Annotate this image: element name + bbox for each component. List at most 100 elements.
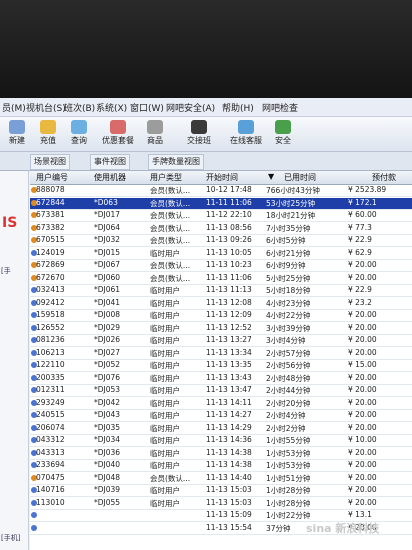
table-row[interactable]: 081236 *DJ026 临时用户 11-13 13:27 3小时4分钟 ¥ 20.00 — [30, 335, 412, 347]
cell-user-id: 293249 — [36, 397, 65, 407]
table-row[interactable]: 233694 *DJ040 临时用户 11-13 14:38 1小时53分钟 ¥ 20.0… — [30, 460, 412, 472]
table-row[interactable]: 092412 *DJ041 临时用户 11-13 12:08 4小时23分钟 ¥ 23.2 — [30, 298, 412, 310]
cell-start-time: 11-13 14:40 — [206, 472, 252, 482]
tab-hand-count-view[interactable]: 手牌数量视图 — [148, 154, 204, 170]
table-row[interactable]: 140716 *DJ039 临时用户 11-13 15:03 1小时28分钟 ¥ 20.0… — [30, 485, 412, 497]
cell-elapsed: 2小时56分钟 — [266, 361, 311, 370]
tab-scene-view[interactable]: 场景视图 — [30, 154, 70, 170]
table-row[interactable]: 672670 *DJ060 会员(数认... 11-13 11:06 5小时25分钟 ¥ … — [30, 273, 412, 285]
table-row[interactable]: 043312 *DJ034 临时用户 11-13 14:36 1小时55分钟 ¥ 10.0… — [30, 435, 412, 447]
menu-system[interactable]: 系统(X) — [96, 101, 127, 114]
cell-start-time: 11-13 15:54 — [206, 522, 252, 532]
user-table: 用户编号 使用机器 用户类型 开始时间 ▼ 已用时间 预付款 888078 会员(… — [30, 171, 412, 550]
cell-start-time: 11-11 11:06 — [206, 197, 252, 207]
cell-elapsed: 3小时39分钟 — [266, 323, 311, 333]
cell-prepaid: ¥ 20.00 — [348, 322, 377, 332]
cell-prepaid: ¥ 10.00 — [348, 435, 377, 444]
cell-prepaid: ¥ 20.00 — [348, 272, 377, 282]
cell-machine: *DJ029 — [94, 322, 121, 332]
menu-shift[interactable]: 班次(B) — [64, 101, 95, 114]
col-user-id[interactable]: 用户编号 — [36, 172, 68, 183]
goods-button[interactable]: 商品 — [140, 119, 170, 149]
cell-machine: *DJ035 — [94, 422, 121, 432]
cell-elapsed: 7小时35分钟 — [266, 223, 311, 233]
new-icon — [9, 120, 25, 134]
user-status-icon — [31, 512, 37, 518]
table-row[interactable]: 200335 *DJ076 临时用户 11-13 13:43 2小时48分钟 ¥ 20.0… — [30, 373, 412, 385]
table-row[interactable]: 126552 *DJ029 临时用户 11-13 12:52 3小时39分钟 ¥ 20.0… — [30, 323, 412, 335]
cell-user-id: 670515 — [36, 235, 65, 244]
table-row[interactable]: 159518 *DJ008 临时用户 11-13 12:09 4小时22分钟 ¥ 20.0… — [30, 310, 412, 322]
menu-member[interactable]: 员(M) — [2, 101, 26, 114]
cell-user-type: 临时用户 — [150, 336, 180, 345]
menu-netcafe-check[interactable]: 网吧检查 — [262, 101, 298, 114]
cell-elapsed: 1小时28分钟 — [266, 498, 311, 508]
shift-handover-button[interactable]: 交接班 — [184, 119, 214, 149]
cell-start-time: 11-13 10:05 — [206, 247, 252, 257]
table-row[interactable]: 293249 *DJ042 临时用户 11-13 14:11 2小时20分钟 ¥ 20.0… — [30, 398, 412, 410]
menu-help[interactable]: 帮助(H) — [222, 101, 254, 114]
package-icon — [110, 120, 126, 134]
discount-package-button[interactable]: 优惠套餐 — [98, 119, 138, 149]
table-row[interactable]: 673382 *DJ064 会员(数认... 11-13 08:56 7小时35分钟 ¥ … — [30, 223, 412, 235]
cell-prepaid: ¥ 20.00 — [348, 422, 377, 432]
support-icon — [238, 120, 254, 134]
table-row[interactable]: 122110 *DJ052 临时用户 11-13 13:35 2小时56分钟 ¥ 15.0… — [30, 360, 412, 372]
table-row[interactable]: 673381 *DJ017 会员(数认... 11-12 22:10 18小时21分钟 ¥… — [30, 210, 412, 222]
table-row[interactable]: 012311 *DJ053 临时用户 11-13 13:47 2小时44分钟 ¥ 20.0… — [30, 385, 412, 397]
cell-elapsed: 5小时25分钟 — [266, 273, 311, 283]
cell-user-type: 会员(数认... — [150, 211, 191, 220]
table-row[interactable]: 672844 *D063 会员(数认... 11-11 11:06 53小时25分钟 ¥ … — [30, 197, 412, 210]
cell-user-type: 临时用户 — [150, 311, 180, 320]
monitor-bezel — [0, 0, 412, 98]
table-row[interactable]: 070475 *DJ048 会员(数认... 11-13 14:40 1小时51分钟 ¥ … — [30, 473, 412, 485]
security-button[interactable]: 安全 — [268, 119, 298, 149]
cell-prepaid: ¥ 77.3 — [348, 222, 372, 232]
col-user-type[interactable]: 用户类型 — [150, 172, 182, 183]
table-row[interactable]: 670515 *DJ032 会员(数认... 11-13 09:26 6小时5分钟 ¥ 2… — [30, 235, 412, 247]
menu-window[interactable]: 窗口(W) — [130, 101, 164, 114]
menu-view-machines[interactable]: 视机台(S) — [26, 101, 66, 114]
cell-user-type: 临时用户 — [150, 486, 180, 495]
cell-prepaid: ¥ 60.00 — [348, 210, 377, 219]
menu-bar: 员(M) 视机台(S) 班次(B) 系统(X) 窗口(W) 网吧安全(A) 帮助… — [0, 98, 412, 117]
table-row[interactable]: 240515 *DJ043 临时用户 11-13 14:27 2小时4分钟 ¥ 20.00 — [30, 410, 412, 422]
col-start-time[interactable]: 开始时间 — [206, 172, 238, 183]
table-row[interactable]: 032413 *DJ061 临时用户 11-13 11:13 5小时18分钟 ¥ 22.9 — [30, 285, 412, 297]
table-row[interactable]: 106213 *DJ027 临时用户 11-13 13:34 2小时57分钟 ¥ 20.0… — [30, 348, 412, 360]
cell-start-time: 11-13 14:11 — [206, 397, 252, 407]
query-button[interactable]: 查询 — [64, 119, 94, 149]
cell-prepaid: ¥ 13.1 — [348, 510, 372, 519]
recharge-button[interactable]: 充值 — [33, 119, 63, 149]
table-row[interactable]: 672869 *DJ067 会员(数认... 11-13 10:23 6小时9分钟 ¥ 2… — [30, 260, 412, 272]
cell-user-id: 070475 — [36, 472, 65, 482]
cell-user-type: 临时用户 — [150, 411, 180, 420]
col-prepaid[interactable]: 预付款 — [372, 172, 396, 183]
tab-event-view[interactable]: 事件视图 — [90, 154, 130, 170]
table-row[interactable]: 043313 *DJ036 临时用户 11-13 14:38 1小时53分钟 ¥ 20.0… — [30, 448, 412, 460]
online-service-button[interactable]: 在线客服 — [226, 119, 266, 149]
cell-machine: *DJ017 — [94, 210, 121, 219]
cell-start-time: 11-13 11:13 — [206, 285, 252, 294]
shield-icon — [275, 120, 291, 134]
cell-user-id: 140716 — [36, 485, 65, 494]
col-machine[interactable]: 使用机器 — [94, 172, 126, 183]
cell-user-id: 122110 — [36, 360, 65, 369]
cell-elapsed: 6小时5分钟 — [266, 236, 306, 245]
sort-desc-icon: ▼ — [268, 172, 275, 181]
table-row[interactable]: 888078 会员(数认... 10-12 17:48 766小时43分钟 ¥ 2523… — [30, 185, 412, 197]
left-panel: IS [手 [手机] — [0, 171, 29, 550]
cell-elapsed: 3小时4分钟 — [266, 336, 306, 345]
table-row[interactable]: 124019 *DJ015 临时用户 11-13 10:05 6小时21分钟 ¥ 62.9 — [30, 248, 412, 260]
coin-icon — [40, 120, 56, 134]
cell-elapsed: 2小时44分钟 — [266, 386, 311, 395]
table-row[interactable]: 113010 *DJ055 临时用户 11-13 15:03 1小时28分钟 ¥ 20.0… — [30, 498, 412, 510]
new-button[interactable]: 新建 — [2, 119, 32, 149]
cell-user-type: 会员(数认... — [150, 223, 191, 233]
cell-machine: *D063 — [94, 197, 118, 207]
table-row[interactable]: 206074 *DJ035 临时用户 11-13 14:29 2小时2分钟 ¥ 20.00 — [30, 423, 412, 435]
cell-elapsed: 2小时20分钟 — [266, 398, 311, 408]
col-elapsed[interactable]: 已用时间 — [284, 172, 316, 183]
cell-prepaid: ¥ 20.00 — [348, 460, 377, 469]
menu-netcafe-security[interactable]: 网吧安全(A) — [166, 101, 215, 114]
